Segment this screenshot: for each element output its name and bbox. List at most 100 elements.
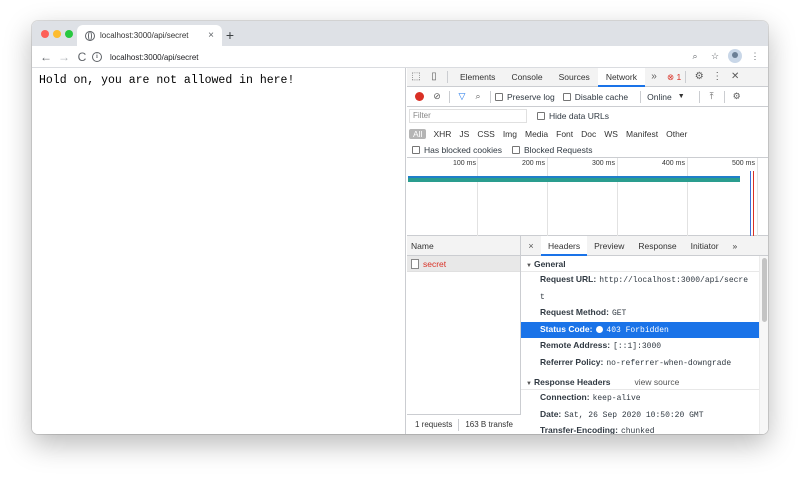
checkbox-box[interactable] <box>537 112 545 120</box>
type-filter-all[interactable]: All <box>409 128 427 139</box>
minimize-window-button[interactable] <box>53 30 61 38</box>
checkbox-box[interactable] <box>562 92 571 101</box>
checkbox-box[interactable] <box>511 145 520 154</box>
tab-strip: localhost:3000/api/secret × + <box>32 21 768 46</box>
blocked-filters: Has blocked cookies Blocked Requests <box>407 142 768 158</box>
load-event-line <box>753 171 754 236</box>
page-message: Hold on, you are not allowed in here! <box>39 74 295 87</box>
detail-scrollbar[interactable] <box>759 256 768 434</box>
preserve-log-checkbox[interactable]: Preserve log <box>495 92 555 102</box>
type-filter-js[interactable]: JS <box>455 129 473 139</box>
has-blocked-cookies-label: Has blocked cookies <box>424 144 502 155</box>
tab-console[interactable]: Console <box>503 68 550 87</box>
device-toolbar-icon[interactable]: ▯ <box>425 68 443 86</box>
header-row-request-url-cont: t <box>521 289 759 306</box>
tab-network[interactable]: Network <box>597 67 645 87</box>
blocked-requests-checkbox[interactable]: Blocked Requests <box>511 145 592 155</box>
header-value: [::1]:3000 <box>613 342 662 351</box>
tab-elements[interactable]: Elements <box>452 68 503 87</box>
tab-headers[interactable]: Headers <box>541 235 588 256</box>
tab-initiator[interactable]: Initiator <box>684 236 726 256</box>
header-value: http://localhost:3000/api/secre <box>599 276 749 285</box>
import-har-icon[interactable]: ⤒ <box>704 91 720 102</box>
zoom-icon[interactable]: ⌕ <box>688 51 702 62</box>
header-value: keep-alive <box>592 394 641 403</box>
error-count-badge[interactable]: ⊗ 1 <box>667 72 681 83</box>
type-filter-media[interactable]: Media <box>521 129 552 139</box>
filter-input[interactable]: Filter <box>409 109 527 123</box>
tab-response[interactable]: Response <box>631 236 683 256</box>
header-row-transfer-encoding: Transfer-Encoding: chunked <box>521 423 759 434</box>
expand-triangle-icon[interactable]: ▼ <box>526 263 532 269</box>
address-bar[interactable]: i localhost:3000/api/secret <box>92 49 762 65</box>
header-row-request-method: Request Method: GET <box>521 305 759 322</box>
transferred-size: 163 B transfe <box>465 420 513 429</box>
type-filter-ws[interactable]: WS <box>600 129 622 139</box>
new-tab-button[interactable]: + <box>222 27 238 43</box>
type-filter-css[interactable]: CSS <box>473 129 498 139</box>
forward-button[interactable]: → <box>55 48 73 66</box>
has-blocked-cookies-checkbox[interactable]: Has blocked cookies <box>412 145 502 155</box>
browser-toolbar: ← → C i localhost:3000/api/secret ⌕ ☆ ⋮ <box>32 46 768 68</box>
response-headers-section-header[interactable]: ▼ Response Headers view source <box>521 374 759 390</box>
devtools-settings-icon[interactable]: ⚙ <box>690 68 708 86</box>
browser-tab[interactable]: localhost:3000/api/secret × <box>77 25 222 46</box>
type-filter-xhr[interactable]: XHR <box>429 129 455 139</box>
close-detail-icon[interactable]: × <box>521 241 541 251</box>
resource-type-filters: All XHR JS CSS Img Media Font Doc WS Man… <box>407 125 768 142</box>
disable-cache-checkbox[interactable]: Disable cache <box>562 92 628 102</box>
browser-window: localhost:3000/api/secret × + ← → C i lo… <box>32 21 768 434</box>
record-icon[interactable] <box>415 92 424 101</box>
checkbox-box[interactable] <box>412 145 420 154</box>
divider <box>685 71 687 83</box>
divider <box>723 90 725 103</box>
type-filter-font[interactable]: Font <box>552 129 577 139</box>
expand-triangle-icon[interactable]: ▼ <box>526 381 532 387</box>
network-settings-icon[interactable]: ⚙ <box>729 91 745 102</box>
maximize-window-button[interactable] <box>65 30 73 38</box>
divider <box>490 90 491 103</box>
more-tabs-icon[interactable]: » <box>645 68 663 86</box>
filter-funnel-icon[interactable]: ▽ <box>454 91 470 102</box>
devtools-tab-bar: ⬚ ▯ Elements Console Sources Network » ⊗… <box>407 67 768 87</box>
tick-label: 500 ms <box>732 160 755 167</box>
chrome-menu-icon[interactable]: ⋮ <box>748 51 762 62</box>
hide-data-urls-checkbox[interactable]: Hide data URLs <box>537 111 609 121</box>
info-icon[interactable]: i <box>92 52 102 62</box>
type-filter-doc[interactable]: Doc <box>577 129 600 139</box>
dropdown-arrow-icon[interactable]: ▼ <box>678 93 685 100</box>
checkbox-box[interactable] <box>495 92 503 101</box>
divider <box>449 90 450 103</box>
throttling-select[interactable]: Online <box>647 92 672 102</box>
inspect-element-icon[interactable]: ⬚ <box>407 68 425 86</box>
network-overview-timeline[interactable]: 100 ms 200 ms 300 ms 400 ms 500 ms <box>407 158 768 236</box>
view-source-link[interactable]: view source <box>635 377 680 387</box>
devtools-menu-icon[interactable]: ⋮ <box>708 68 726 86</box>
tab-sources[interactable]: Sources <box>551 68 598 87</box>
header-row-status-code[interactable]: Status Code: 403 Forbidden <box>521 321 759 338</box>
tab-preview[interactable]: Preview <box>587 236 631 256</box>
bookmark-star-icon[interactable]: ☆ <box>708 51 722 62</box>
more-detail-tabs-icon[interactable]: » <box>726 236 745 256</box>
type-filter-img[interactable]: Img <box>499 129 521 139</box>
status-dot-icon <box>596 325 604 333</box>
divider <box>447 71 448 83</box>
type-filter-other[interactable]: Other <box>662 129 691 139</box>
request-name: secret <box>423 258 447 269</box>
header-key: Request URL: <box>540 274 597 284</box>
devtools-close-icon[interactable]: ✕ <box>726 68 744 86</box>
general-section-header[interactable]: ▼ General <box>521 256 759 272</box>
close-window-button[interactable] <box>41 30 49 38</box>
reload-button[interactable]: C <box>73 48 91 66</box>
tab-close-icon[interactable]: × <box>204 30 218 41</box>
url-text[interactable]: localhost:3000/api/secret <box>110 53 199 62</box>
request-row[interactable]: secret <box>407 256 520 272</box>
scrollbar-thumb[interactable] <box>762 258 767 322</box>
search-icon[interactable]: ⌕ <box>470 91 486 102</box>
clear-icon[interactable]: ⊘ <box>429 91 445 102</box>
type-filter-manifest[interactable]: Manifest <box>622 129 662 139</box>
back-button[interactable]: ← <box>37 48 55 66</box>
header-row-referrer-policy: Referrer Policy: no-referrer-when-downgra… <box>521 355 759 372</box>
profile-avatar[interactable] <box>728 49 742 63</box>
name-column-header[interactable]: Name <box>407 236 520 256</box>
